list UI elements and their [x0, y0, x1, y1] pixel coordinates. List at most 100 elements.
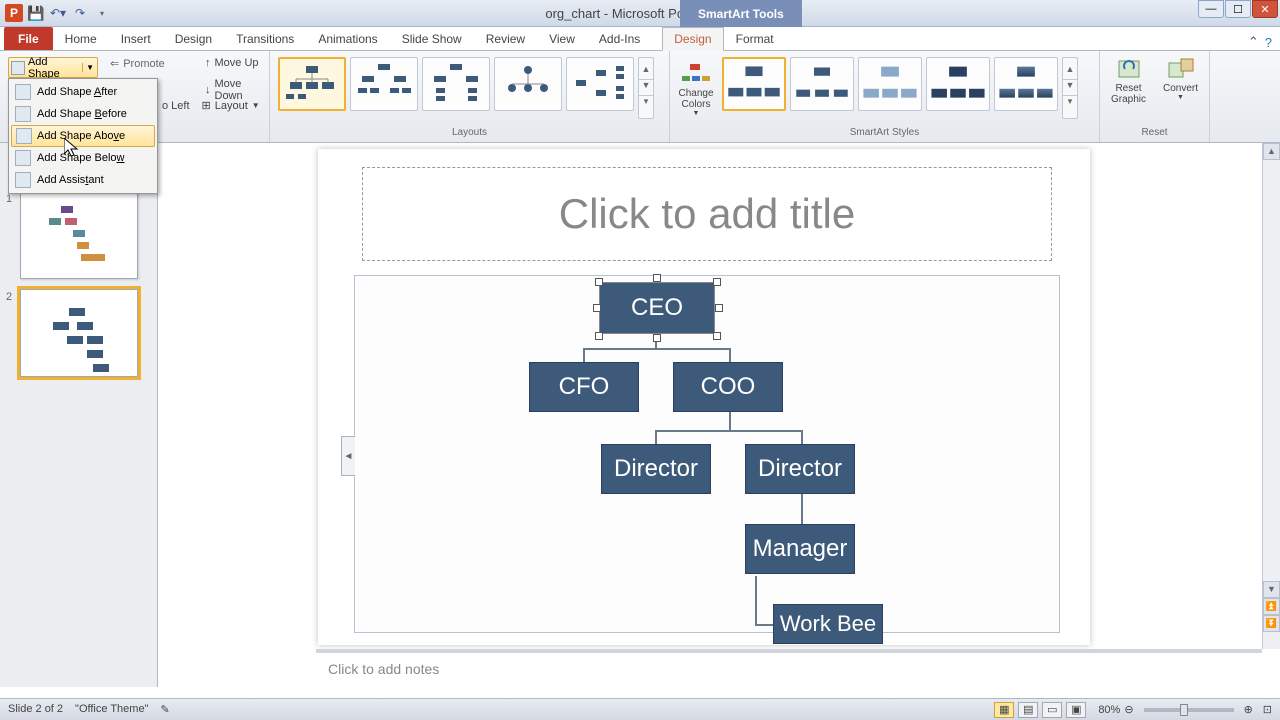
selection-handle[interactable]	[653, 274, 661, 282]
zoom-in-button[interactable]: ⊕	[1244, 703, 1253, 716]
tab-smartart-format[interactable]: Format	[724, 27, 786, 50]
right-to-left-button[interactable]: o Left	[162, 100, 190, 112]
scroll-up-icon[interactable]: ▲	[1263, 143, 1280, 160]
move-up-button[interactable]: ↑ Move Up	[205, 57, 259, 69]
window-title: org_chart - Microsoft PowerPoint	[0, 6, 1280, 21]
tab-file[interactable]: File	[4, 27, 53, 50]
node-coo[interactable]: COO	[673, 362, 783, 412]
selection-handle[interactable]	[595, 278, 603, 286]
slide-thumb-2[interactable]	[20, 289, 138, 377]
menu-add-shape-before[interactable]: Add Shape Before	[11, 103, 155, 125]
node-cfo[interactable]: CFO	[529, 362, 639, 412]
title-placeholder[interactable]: Click to add title	[362, 167, 1052, 261]
tab-addins[interactable]: Add-Ins	[587, 27, 652, 50]
menu-add-shape-below[interactable]: Add Shape Below	[11, 147, 155, 169]
tab-review[interactable]: Review	[474, 27, 537, 50]
reset-graphic-button[interactable]: Reset Graphic	[1107, 55, 1151, 105]
add-shape-dropdown-arrow[interactable]: ▼	[82, 63, 97, 72]
minimize-ribbon-icon[interactable]: ⌃	[1248, 34, 1259, 50]
add-shape-menu: Add Shape After Add Shape Before Add Sha…	[8, 78, 158, 194]
add-shape-button[interactable]: Add Shape ▼	[8, 57, 98, 78]
style-option-5[interactable]	[994, 57, 1058, 111]
zoom-out-button[interactable]: ⊖	[1124, 703, 1133, 716]
normal-view-button[interactable]: ▦	[994, 702, 1014, 718]
layout-option-3[interactable]	[422, 57, 490, 111]
save-icon[interactable]: 💾	[26, 3, 46, 23]
workspace: 1 2 Click to add title ◄	[0, 143, 1280, 687]
zoom-handle[interactable]	[1180, 704, 1188, 716]
selection-handle[interactable]	[715, 304, 723, 312]
node-manager[interactable]: Manager	[745, 524, 855, 574]
selection-handle[interactable]	[713, 278, 721, 286]
tab-slideshow[interactable]: Slide Show	[390, 27, 474, 50]
qat-customize-icon[interactable]: ▾	[92, 3, 112, 23]
add-assistant-icon	[15, 172, 31, 188]
tab-view[interactable]: View	[537, 27, 587, 50]
selection-handle[interactable]	[713, 332, 721, 340]
connector	[801, 494, 803, 524]
close-button[interactable]: ✕	[1252, 0, 1278, 18]
reading-view-button[interactable]: ▭	[1042, 702, 1062, 718]
zoom-slider[interactable]	[1144, 708, 1234, 712]
tab-transitions[interactable]: Transitions	[224, 27, 306, 50]
tab-insert[interactable]: Insert	[109, 27, 163, 50]
notes-pane[interactable]: Click to add notes	[316, 649, 1262, 687]
menu-add-shape-above[interactable]: Add Shape Above	[11, 125, 155, 147]
tab-design[interactable]: Design	[163, 27, 224, 50]
layout-option-5[interactable]	[566, 57, 634, 111]
promote-button[interactable]: ⇐ Promote	[110, 57, 165, 70]
connector	[583, 348, 585, 362]
tab-home[interactable]: Home	[53, 27, 109, 50]
tab-animations[interactable]: Animations	[306, 27, 389, 50]
undo-icon[interactable]: ↶▾	[48, 3, 68, 23]
style-option-1[interactable]	[722, 57, 786, 111]
slide-thumb-1[interactable]	[20, 191, 138, 279]
selection-handle[interactable]	[593, 304, 601, 312]
styles-more[interactable]: ▲▼▾	[1062, 57, 1078, 119]
vertical-scrollbar[interactable]: ▲ ▼ ⏫ ⏬	[1262, 143, 1280, 649]
layout-button[interactable]: Layout	[215, 100, 248, 112]
help-icon[interactable]: ?	[1265, 35, 1272, 50]
layout-option-1[interactable]	[278, 57, 346, 111]
layout-option-4[interactable]	[494, 57, 562, 111]
layouts-more[interactable]: ▲▼▾	[638, 57, 654, 119]
selection-handle[interactable]	[653, 334, 661, 342]
layout-dropdown-icon[interactable]: ▼	[252, 101, 260, 110]
redo-icon[interactable]: ↷	[70, 3, 90, 23]
add-below-icon	[15, 150, 31, 166]
app-icon[interactable]: P	[4, 3, 24, 23]
style-option-3[interactable]	[858, 57, 922, 111]
group-layouts: ▲▼▾ Layouts	[270, 51, 670, 142]
connector	[755, 576, 757, 626]
spell-check-icon[interactable]: ✎	[160, 703, 169, 716]
minimize-button[interactable]: —	[1198, 0, 1224, 18]
slide-canvas[interactable]: Click to add title ◄ CEO	[318, 149, 1090, 645]
add-above-icon	[16, 128, 32, 144]
change-colors-button[interactable]: Change Colors ▼	[674, 53, 718, 123]
style-option-4[interactable]	[926, 57, 990, 111]
prev-slide-icon[interactable]: ⏫	[1263, 598, 1280, 615]
sorter-view-button[interactable]: ▤	[1018, 702, 1038, 718]
node-director-2[interactable]: Director	[745, 444, 855, 494]
node-ceo[interactable]: CEO	[599, 282, 715, 334]
smartart-container[interactable]: ◄ CEO	[354, 275, 1060, 633]
menu-add-shape-after[interactable]: Add Shape After	[11, 81, 155, 103]
next-slide-icon[interactable]: ⏬	[1263, 615, 1280, 632]
zoom-level[interactable]: 80%	[1098, 704, 1120, 716]
slideshow-view-button[interactable]: ▣	[1066, 702, 1086, 718]
menu-add-assistant[interactable]: Add Assistant	[11, 169, 155, 191]
maximize-button[interactable]: ☐	[1225, 0, 1251, 18]
ribbon: Add Shape ▼ ⇐ Promote ↑ Move Up ↓ Move D…	[0, 51, 1280, 143]
selection-handle[interactable]	[595, 332, 603, 340]
tab-smartart-design[interactable]: Design	[662, 27, 723, 51]
convert-button[interactable]: Convert ▼	[1159, 55, 1203, 105]
connector	[755, 624, 775, 626]
node-director-1[interactable]: Director	[601, 444, 711, 494]
group-reset: Reset Graphic Convert ▼ Reset	[1100, 51, 1210, 142]
text-pane-toggle[interactable]: ◄	[341, 436, 355, 476]
style-option-2[interactable]	[790, 57, 854, 111]
layout-option-2[interactable]	[350, 57, 418, 111]
scroll-down-icon[interactable]: ▼	[1263, 581, 1280, 598]
fit-to-window-button[interactable]: ⊡	[1263, 703, 1272, 716]
node-workbee[interactable]: Work Bee	[773, 604, 883, 644]
